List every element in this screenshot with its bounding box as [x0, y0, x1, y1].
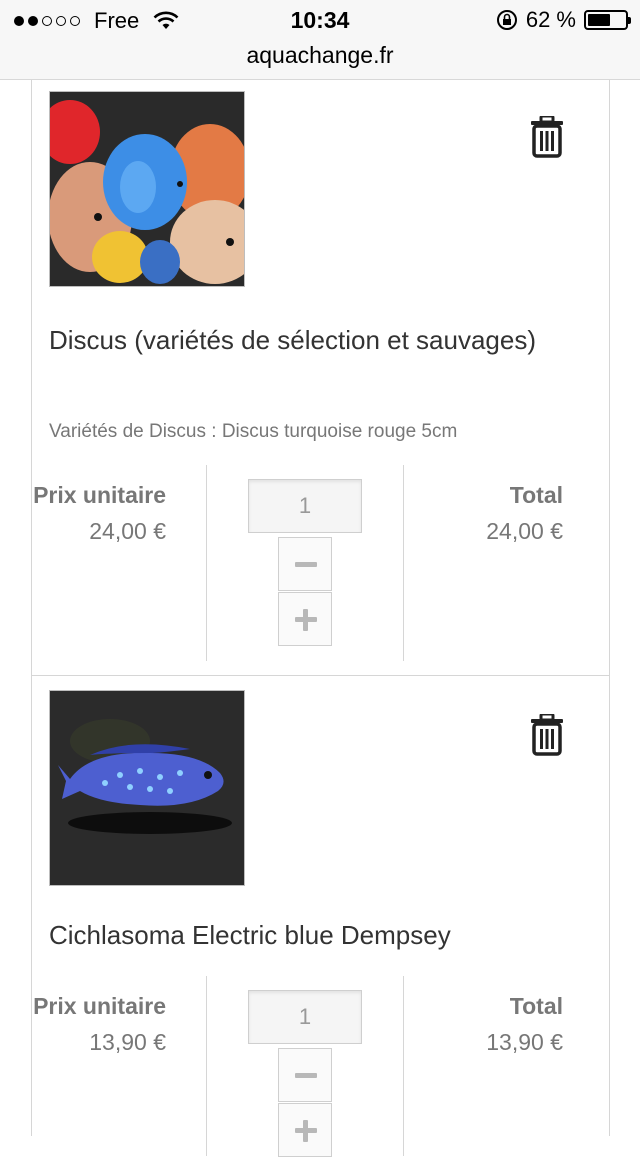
product-name[interactable]: Cichlasoma Electric blue Dempsey	[49, 911, 569, 959]
cart-list: Discus (variétés de sélection et sauvage…	[31, 80, 610, 1157]
minus-icon	[295, 1073, 317, 1078]
quantity-input[interactable]: 1	[248, 990, 362, 1044]
rotation-lock-icon	[496, 10, 517, 30]
decrease-quantity-button[interactable]	[278, 537, 332, 591]
unit-price-label: Prix unitaire	[33, 482, 166, 508]
trash-icon[interactable]	[529, 116, 565, 158]
trash-icon[interactable]	[529, 714, 565, 756]
product-image-dempsey[interactable]	[49, 690, 245, 886]
unit-price-value: 13,90 €	[89, 1029, 166, 1055]
minus-icon	[295, 562, 317, 567]
increase-quantity-button[interactable]	[278, 1103, 332, 1157]
quantity-column: 1	[207, 976, 404, 1157]
plus-icon-vertical	[303, 609, 308, 631]
total-column: Total 24,00 €	[404, 465, 609, 661]
battery-icon	[584, 10, 631, 30]
plus-icon-vertical	[303, 1120, 308, 1142]
quantity-column: 1	[207, 465, 404, 661]
price-row: Prix unitaire 13,90 € 1 Total 13,90 €	[32, 976, 609, 1157]
unit-price-value: 24,00 €	[89, 518, 166, 544]
product-variant: Variétés de Discus : Discus turquoise ro…	[49, 421, 458, 442]
price-row: Prix unitaire 24,00 € 1 Total 24,00 €	[32, 465, 609, 661]
quantity-input[interactable]: 1	[248, 479, 362, 533]
unit-price-column: Prix unitaire 24,00 €	[32, 465, 207, 661]
battery-percent: 62 %	[525, 7, 576, 32]
browser-top-bar: Free 10:34 62 % aquachange.fr	[0, 0, 640, 80]
status-bar: Free 10:34 62 %	[0, 0, 640, 40]
cart-item: Cichlasoma Electric blue Dempsey Prix un…	[32, 676, 609, 1157]
total-value: 24,00 €	[486, 518, 563, 544]
total-label: Total	[509, 482, 563, 508]
status-right-group: 62 %	[496, 7, 631, 33]
product-name[interactable]: Discus (variétés de sélection et sauvage…	[49, 316, 569, 364]
decrease-quantity-button[interactable]	[278, 1048, 332, 1102]
product-image-discus[interactable]	[49, 91, 245, 287]
discus-fish-photo	[50, 92, 244, 286]
total-value: 13,90 €	[486, 1029, 563, 1055]
cart-item: Discus (variétés de sélection et sauvage…	[32, 80, 609, 676]
total-column: Total 13,90 €	[404, 976, 609, 1156]
battery-fill	[588, 14, 610, 26]
electric-blue-dempsey-photo	[50, 691, 244, 885]
total-label: Total	[509, 993, 563, 1019]
increase-quantity-button[interactable]	[278, 592, 332, 646]
url-bar[interactable]: aquachange.fr	[0, 42, 640, 69]
unit-price-column: Prix unitaire 13,90 €	[32, 976, 207, 1156]
unit-price-label: Prix unitaire	[33, 993, 166, 1019]
